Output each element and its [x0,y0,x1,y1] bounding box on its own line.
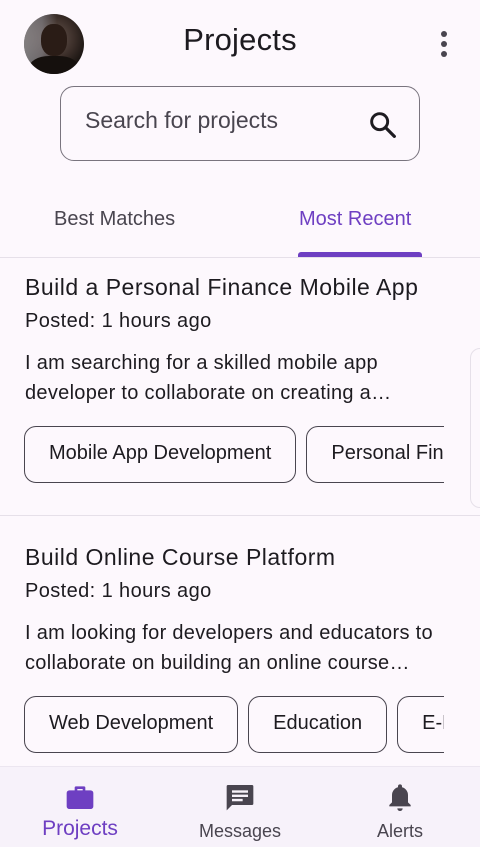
project-description: I am looking for developers and educator… [25,622,433,674]
project-card[interactable]: Build Online Course Platform Posted: 1 h… [0,516,480,766]
scroll-handle[interactable] [470,348,480,508]
kebab-dot [441,31,447,37]
tag-chip[interactable]: E-Learning [397,696,444,753]
page-title: Projects [183,22,297,57]
briefcase-icon [66,786,94,809]
tab-best-matches[interactable]: Best Matches [54,208,175,231]
project-posted: Posted: 1 hours ago [25,310,212,332]
search-icon[interactable] [367,109,399,141]
bell-icon [389,784,411,811]
search-placeholder: Search for projects [85,107,279,133]
project-posted: Posted: 1 hours ago [25,580,212,602]
tab-indicator [298,252,422,257]
nav-label: Alerts [376,821,423,841]
tag-list: Mobile App DevelopmentPersonal Finance [24,426,444,486]
nav-alerts[interactable]: Alerts [320,767,480,847]
tag-list: Web DevelopmentEducationE-Learning [24,696,444,756]
tag-chip[interactable]: Education [248,696,388,753]
search-input[interactable]: Search for projects [60,86,420,161]
tab-bar: Best Matches Most Recent [0,196,480,258]
kebab-dot [441,41,447,47]
nav-projects[interactable]: Projects [0,767,160,847]
bottom-navigation: Projects Messages Alerts [0,766,480,847]
project-title: Build Online Course Platform [25,544,336,570]
tag-chip[interactable]: Web Development [24,696,239,753]
nav-messages[interactable]: Messages [160,767,320,847]
project-description: I am searching for a skilled mobile app … [25,352,378,404]
app-header: Projects [0,0,480,88]
message-icon [226,785,254,811]
avatar-shirt [29,56,79,74]
tag-chip[interactable]: Mobile App Development [24,426,297,483]
project-card[interactable]: Build a Personal Finance Mobile App Post… [0,258,480,516]
nav-label: Projects [42,817,118,840]
more-vert-icon[interactable] [432,28,456,60]
nav-label: Messages [198,821,282,841]
kebab-dot [441,51,447,57]
tag-chip[interactable]: Personal Finance [306,426,444,483]
project-title: Build a Personal Finance Mobile App [25,274,419,300]
tab-most-recent[interactable]: Most Recent [299,208,411,231]
